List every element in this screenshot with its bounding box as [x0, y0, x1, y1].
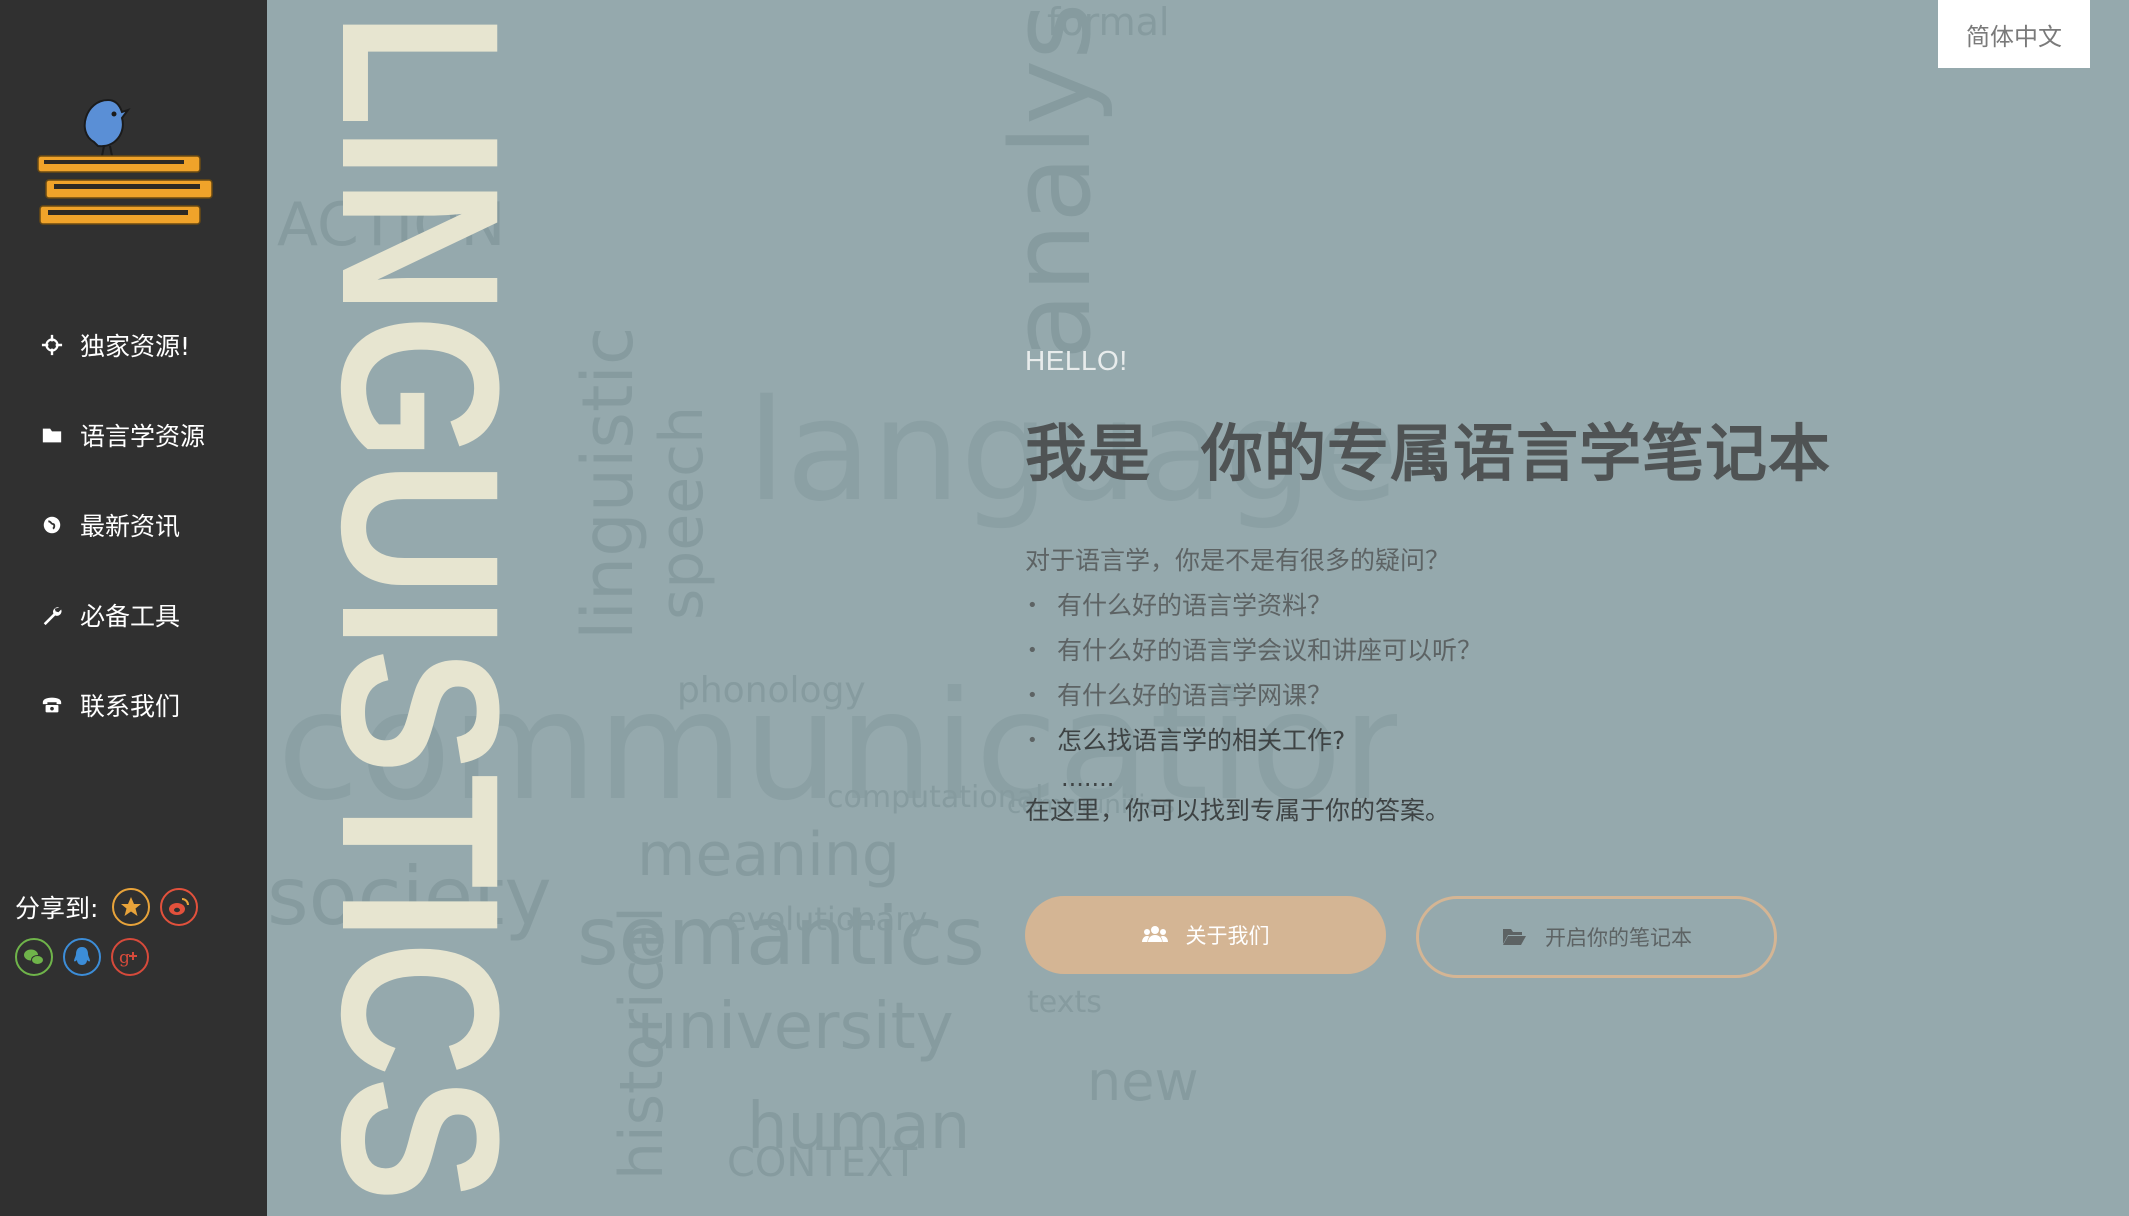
hero-buttons: 关于我们 开启你的笔记本: [1025, 896, 1777, 978]
folder-icon: [40, 423, 64, 447]
open-notebook-label: 开启你的笔记本: [1545, 926, 1692, 950]
hello-text: HELLO!: [1025, 345, 1128, 376]
sidebar-item-label: 必备工具: [80, 602, 181, 631]
about-us-button[interactable]: 关于我们: [1025, 896, 1386, 974]
sidebar-item-label: 最新资讯: [80, 512, 181, 541]
wrench-icon: [40, 603, 64, 627]
share-google-plus-button[interactable]: g: [111, 938, 149, 976]
globe-icon: [40, 513, 64, 537]
sidebar: 独家资源! 语言学资源 最新资讯 必备工具 联系我们 分享到: g: [0, 0, 267, 1216]
share-wechat-button[interactable]: [15, 938, 53, 976]
share-weibo-button[interactable]: [160, 888, 199, 926]
intro-text: 对于语言学，你是不是有很多的疑问？: [1025, 546, 1451, 575]
linguistics-big-word: LINGUISTICS: [337, 12, 546, 1202]
sidebar-item-label: 语言学资源: [80, 422, 206, 451]
sidebar-item-linguistics-resources[interactable]: 语言学资源: [0, 390, 267, 480]
qq-icon: [74, 947, 90, 965]
sidebar-item-contact[interactable]: 联系我们: [0, 660, 267, 750]
language-switch-button[interactable]: 简体中文: [1938, 0, 2090, 68]
wechat-icon: [24, 949, 44, 965]
phone-icon: [40, 693, 64, 717]
sidebar-item-label: 独家资源!: [80, 332, 191, 361]
list-item: 怎么找语言学的相关工作?: [1025, 718, 1925, 763]
headline-part1: 我是: [1025, 417, 1152, 490]
users-icon: [1141, 926, 1168, 942]
sidebar-nav: 独家资源! 语言学资源 最新资讯 必备工具 联系我们: [0, 300, 267, 750]
bird-on-books-logo-icon: [37, 98, 213, 225]
answer-text: 在这里，你可以找到专属于你的答案。: [1025, 796, 1451, 825]
share-qq-button[interactable]: [63, 938, 101, 976]
big-word-text: LINGUISTICS: [337, 12, 546, 1202]
open-notebook-button[interactable]: 开启你的笔记本: [1416, 896, 1777, 978]
headline-part2: 你的专属语言学笔记本: [1201, 417, 1832, 490]
folder-open-icon: [1503, 929, 1526, 945]
sidebar-item-label: 联系我们: [80, 692, 181, 721]
about-us-label: 关于我们: [1185, 924, 1270, 948]
share-panel: 分享到: g: [15, 888, 255, 988]
list-item: 有什么好的语言学资料？: [1025, 583, 1925, 628]
site-logo[interactable]: [36, 92, 216, 242]
share-favorite-button[interactable]: [112, 888, 151, 926]
page-title: 我是 你的专属语言学笔记本: [1025, 403, 1925, 493]
share-label: 分享到:: [15, 894, 99, 923]
list-item: 有什么好的语言学会议和讲座可以听？: [1025, 628, 1925, 673]
google-plus-icon: g: [119, 948, 137, 968]
sidebar-item-exclusive[interactable]: 独家资源!: [0, 300, 267, 390]
sidebar-item-news[interactable]: 最新资讯: [0, 480, 267, 570]
question-list: 有什么好的语言学资料？ 有什么好的语言学会议和讲座可以听？ 有什么好的语言学网课…: [1025, 583, 1925, 763]
svg-text:g: g: [119, 948, 130, 968]
weibo-icon: [169, 898, 190, 915]
hero-section: communication semantics language univers…: [267, 0, 2129, 1216]
crosshair-icon: [40, 333, 64, 357]
star-icon: [121, 897, 142, 916]
ellipsis-text: .......: [1061, 764, 1115, 792]
list-item: 有什么好的语言学网课？: [1025, 673, 1925, 718]
sidebar-item-tools[interactable]: 必备工具: [0, 570, 267, 660]
hero-content: HELLO! 我是你的专属语言学笔记本 对于语言学，你是不是有很多的疑问？ 有什…: [1025, 345, 1925, 829]
